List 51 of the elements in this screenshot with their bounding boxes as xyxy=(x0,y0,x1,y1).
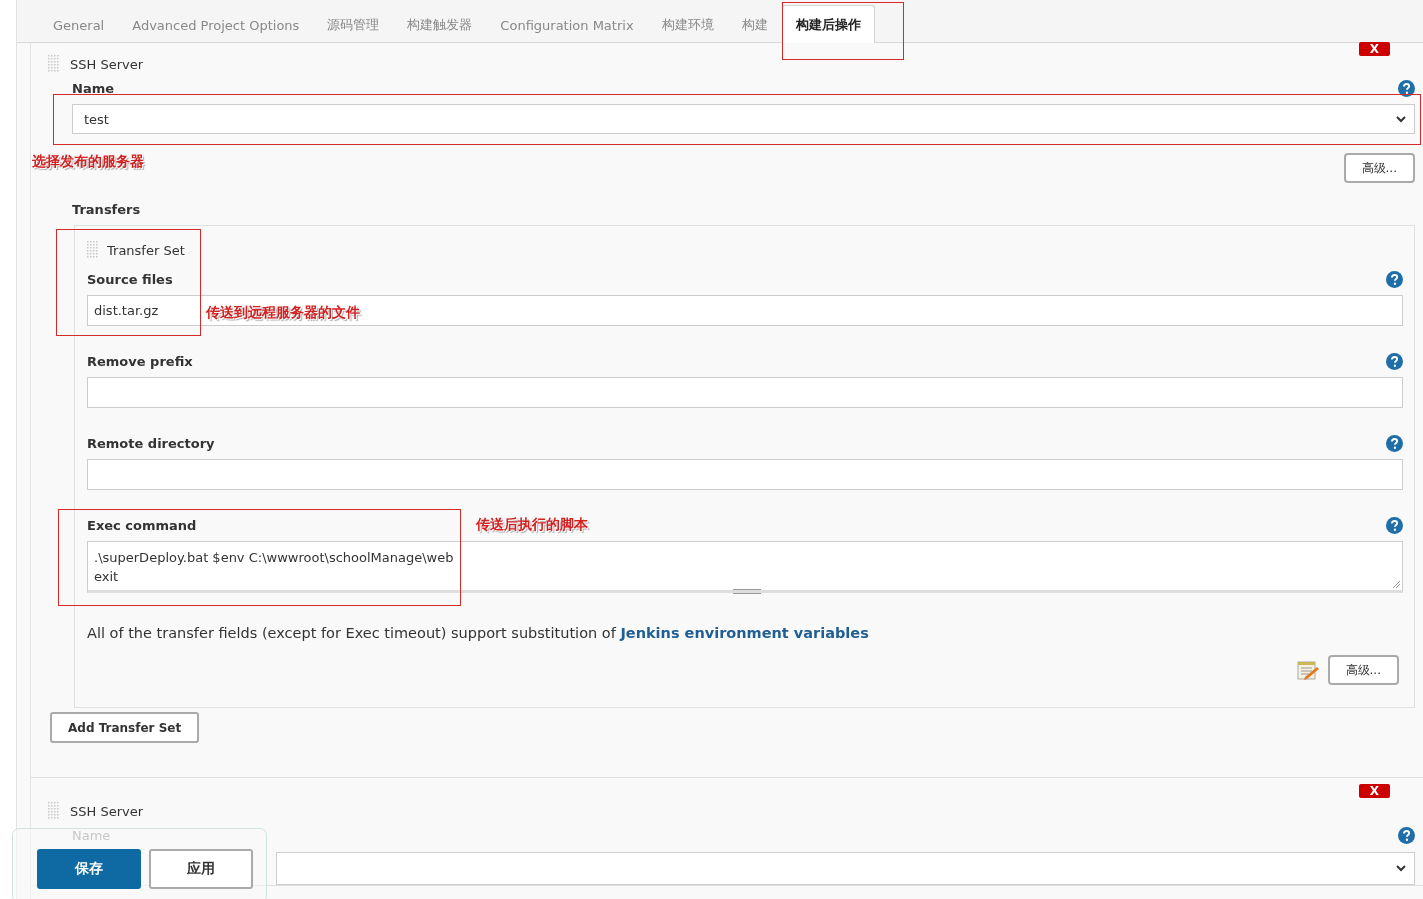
help-icon[interactable] xyxy=(1398,79,1415,97)
help-icon[interactable] xyxy=(1398,826,1415,844)
section-title: SSH Server xyxy=(70,803,144,819)
help-icon[interactable] xyxy=(1386,516,1403,534)
section-label: Transfers xyxy=(72,201,141,217)
text-input[interactable]: dist.tar.gz 传送到远程服务器的文件 xyxy=(87,295,1403,326)
resize-grip-icon[interactable] xyxy=(733,589,761,594)
tab[interactable]: 源码管理 xyxy=(313,6,394,43)
section-title: SSH Server xyxy=(70,56,144,72)
input-value: dist.tar.gz xyxy=(94,303,159,318)
field-label: Remove prefix xyxy=(87,353,193,369)
help-icon[interactable] xyxy=(1386,270,1403,288)
server-select[interactable] xyxy=(276,852,1415,885)
annotation-text: 传送到远程服务器的文件 xyxy=(206,304,360,322)
drag-handle-icon[interactable] xyxy=(48,802,60,820)
panel-title: Transfer Set xyxy=(107,242,185,258)
field-label: Exec command xyxy=(87,517,197,533)
tab[interactable]: Advanced Project Options xyxy=(118,6,314,43)
field-label: Remote directory xyxy=(87,435,215,451)
text-input[interactable] xyxy=(87,459,1403,490)
drag-handle-icon[interactable] xyxy=(48,55,60,73)
chevron-down-icon xyxy=(1396,865,1406,872)
text-input[interactable] xyxy=(87,377,1403,408)
drag-handle-icon[interactable] xyxy=(87,241,99,259)
tab[interactable]: Configuration Matrix xyxy=(486,6,648,43)
save-button[interactable]: 保存 xyxy=(37,849,141,889)
delete-button[interactable]: X xyxy=(1359,42,1390,56)
tab[interactable]: 构建 xyxy=(727,6,782,43)
help-icon[interactable] xyxy=(1386,352,1403,370)
command-textarea[interactable]: .\superDeploy.bat $env C:\wwwroot\schoolManage\web exit xyxy=(87,541,1403,593)
chevron-down-icon xyxy=(1396,115,1406,123)
delete-button[interactable]: X xyxy=(1359,784,1390,798)
annotation-text: 传送后执行的脚本 xyxy=(476,515,588,534)
select-value: test xyxy=(84,111,109,127)
server-select[interactable]: test xyxy=(72,104,1415,134)
tab[interactable]: 构建后操作 xyxy=(781,5,875,43)
add-transfer-set-button[interactable]: Add Transfer Set xyxy=(50,712,200,743)
env-variables-link[interactable]: Jenkins environment variables xyxy=(620,625,869,641)
apply-button[interactable]: 应用 xyxy=(149,849,253,889)
tab[interactable]: 构建环境 xyxy=(647,6,728,43)
advanced-button[interactable]: 高级... xyxy=(1327,655,1399,685)
tab[interactable]: General xyxy=(39,6,119,43)
annotation-text: 选择发布的服务器 xyxy=(32,153,144,171)
advanced-button[interactable]: 高级... xyxy=(1343,153,1415,183)
tab[interactable]: 构建触发器 xyxy=(393,6,487,43)
help-icon[interactable] xyxy=(1386,434,1403,452)
resize-handle-icon[interactable] xyxy=(1392,580,1400,588)
help-note: All of the transfer fields (except for Exec timeout) support substitution of Jenkins environment variables xyxy=(87,625,870,641)
field-label: Source files xyxy=(87,271,173,287)
notepad-pencil-icon[interactable] xyxy=(1295,659,1320,681)
field-label: Name xyxy=(72,80,114,96)
